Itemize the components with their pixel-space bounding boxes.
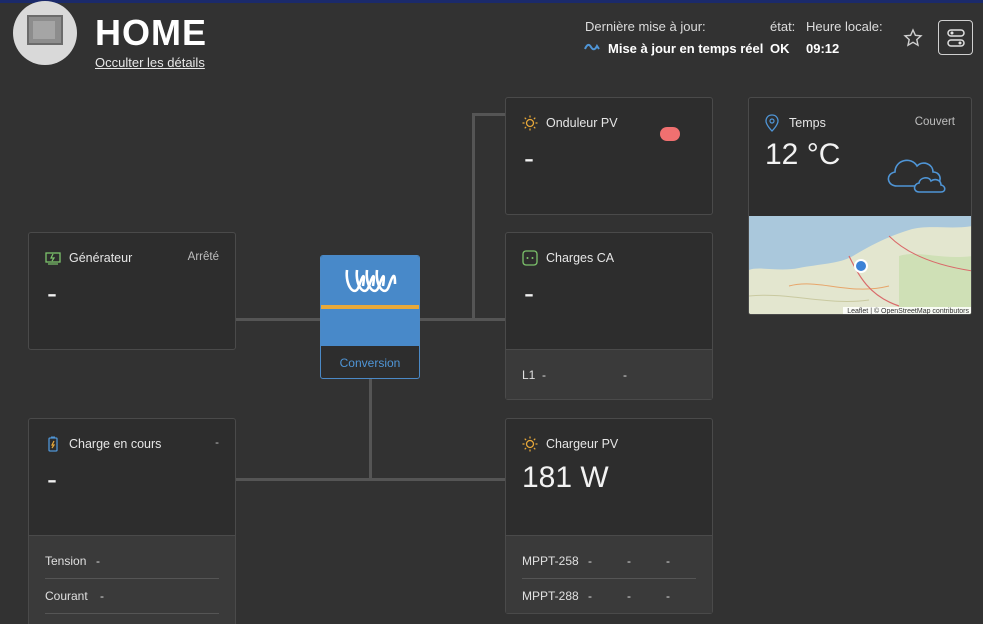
pv-charger-value: 181 W — [522, 461, 609, 494]
settings-toggle-button[interactable] — [938, 20, 973, 55]
connector-generator — [236, 318, 320, 321]
local-time-label: Heure locale: — [806, 19, 883, 34]
weather-temperature: 12 °C — [765, 138, 841, 171]
connector-dc-vertical — [369, 379, 372, 481]
mppt-row-label: MPPT-288 — [522, 589, 579, 603]
cloud-icon — [887, 159, 946, 193]
last-update-label: Dernière mise à jour: — [585, 19, 706, 34]
connector-pv-vertical — [472, 113, 475, 320]
l1-value-a: - — [542, 368, 546, 382]
ac-loads-details: L1 - - — [506, 349, 712, 399]
site-avatar — [13, 1, 77, 65]
connector-pv-inverter — [472, 113, 505, 116]
generator-value: - — [47, 277, 57, 310]
realtime-wave-icon — [584, 43, 600, 51]
l1-label: L1 — [522, 368, 536, 382]
current-value: - — [100, 589, 104, 603]
ac-loads-value: - — [524, 277, 534, 310]
ac-loads-card[interactable]: Charges CA - L1 - - — [505, 232, 713, 400]
mppt-row-label: MPPT-258 — [522, 554, 579, 568]
sun-icon — [522, 115, 538, 131]
weather-condition: Couvert — [914, 116, 955, 128]
map-tiles — [749, 216, 971, 314]
connector-ac-loads — [420, 318, 505, 321]
pv-inverter-card[interactable]: Onduleur PV - — [505, 97, 713, 215]
weather-card[interactable]: Temps Couvert 12 °C Leaflet | © OpenStre… — [748, 97, 972, 315]
battery-card[interactable]: Charge en cours - - Tension - Courant - — [28, 418, 236, 624]
hide-details-link[interactable]: Occulter les détails — [95, 55, 205, 70]
battery-value: - — [47, 463, 57, 496]
current-label: Courant — [45, 589, 88, 603]
pv-charger-title: Chargeur PV — [546, 437, 619, 451]
generator-card[interactable]: Générateur Arrêté - — [28, 232, 236, 350]
victron-logo-icon — [345, 269, 397, 293]
favorite-star-icon[interactable] — [903, 28, 923, 48]
map-attribution[interactable]: Leaflet | © OpenStreetMap contributors — [843, 307, 971, 314]
pv-charger-card[interactable]: Chargeur PV 181 W MPPT-258 - - - MPPT-28… — [505, 418, 713, 614]
last-update-value: Mise à jour en temps réel — [608, 41, 764, 56]
battery-charging-icon — [48, 436, 58, 452]
connector-dc-bus — [236, 478, 505, 481]
pv-charger-details: MPPT-258 - - - MPPT-288 - - - — [506, 535, 712, 613]
battery-title: Charge en cours — [69, 437, 162, 451]
voltage-value: - — [96, 554, 100, 568]
state-value: OK — [770, 41, 790, 56]
page-title: HOME — [95, 12, 207, 53]
battery-status: - — [215, 437, 219, 449]
toggle-switches-icon — [947, 29, 965, 47]
generator-icon — [45, 252, 61, 265]
pv-inverter-value: - — [524, 142, 534, 175]
ac-loads-title: Charges CA — [546, 251, 615, 265]
sun-icon — [522, 436, 538, 452]
weather-map[interactable]: Leaflet | © OpenStreetMap contributors — [749, 216, 971, 314]
weather-title: Temps — [789, 116, 826, 130]
header: HOME Occulter les détails Dernière mise … — [0, 1, 983, 83]
generator-status: Arrêté — [187, 251, 219, 263]
battery-details: Tension - Courant - — [29, 535, 235, 624]
outlet-icon — [522, 250, 538, 266]
state-label: état: — [770, 19, 796, 34]
location-pin-icon — [765, 114, 779, 132]
generator-title: Générateur — [69, 251, 133, 265]
l1-value-b: - — [623, 368, 627, 382]
pv-inverter-alert-badge — [660, 127, 680, 141]
local-time-value: 09:12 — [806, 41, 840, 56]
inverter-conversion-card[interactable]: Conversion — [320, 255, 420, 379]
pv-inverter-title: Onduleur PV — [546, 116, 618, 130]
inverter-label: Conversion — [339, 356, 401, 370]
voltage-label: Tension — [45, 554, 87, 568]
